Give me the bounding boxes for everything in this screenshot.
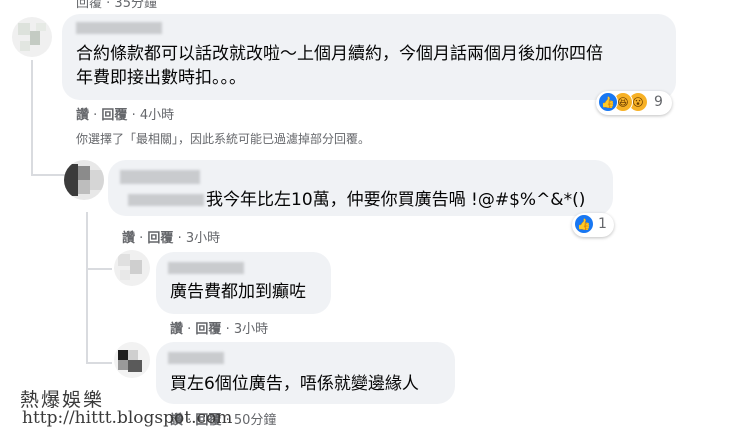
reply-text: 廣告費都加到癲咗 [170,282,306,302]
like-link[interactable]: 讚 [122,231,135,246]
reply-text: 我今年比左10萬，仲要你買廣告喎 !@#$%^&*() [206,190,586,210]
thread-line [31,60,33,176]
reply-bubble: 廣告費都加到癲咗 [156,252,331,314]
watermark-url: http://hittt.blogspot.com [22,408,233,428]
avatar[interactable] [64,160,104,200]
thread-line [86,212,88,364]
comment-actions: 讚 · 回覆 · 4小時 [76,108,175,123]
reaction-count: 1 [598,216,607,232]
thread-connector [86,268,112,270]
timestamp[interactable]: 4小時 [140,108,174,123]
reply-link[interactable]: 回覆 [101,108,127,123]
reply-text: 買左6個位廣告，唔係就變邊緣人 [170,374,419,394]
reaction-count: 9 [654,94,663,110]
like-icon: 👍 [574,214,594,234]
comment-text: 合約條款都可以話改就改啦～上個月續約，今個月話兩個月後加你四倍 [76,44,603,64]
reply-bubble: 買左6個位廣告，唔係就變邊緣人 [156,342,455,404]
reaction-summary[interactable]: 👍 😆 😮 9 [596,91,672,115]
thread-connector [31,174,65,176]
top-actions: 回覆 · 35分鐘 [76,0,157,11]
like-icon: 👍 [598,92,618,112]
thread-connector [86,362,112,364]
comment-text-line2: 年費即接出數時扣。。。 [76,68,246,88]
avatar[interactable] [114,250,150,286]
reply-actions: 讚 · 回覆 · 3小時 [170,322,269,337]
like-link[interactable]: 讚 [170,322,183,337]
author-name-blurred[interactable] [168,352,224,364]
author-name-blurred[interactable] [76,22,162,34]
author-name-blurred[interactable] [120,170,200,184]
reply-actions: 讚 · 回覆 · 3小時 [122,231,221,246]
timestamp: 35分鐘 [114,0,157,11]
reply-link[interactable]: 回覆 [147,231,173,246]
author-name-blurred[interactable] [128,194,204,206]
reply-bubble: 我今年比左10萬，仲要你買廣告喎 !@#$%^&*() [108,160,613,216]
reaction-summary[interactable]: 👍 1 [572,213,614,237]
timestamp[interactable]: 3小時 [186,231,220,246]
avatar[interactable] [114,342,150,378]
timestamp[interactable]: 50分鐘 [234,413,277,428]
reply-link[interactable]: 回覆 [195,322,221,337]
filter-note: 你選擇了「最相關」，因此系統可能已過濾掉部分回覆。 [76,132,371,146]
reply-link[interactable]: 回覆 [76,0,102,11]
author-name-blurred[interactable] [168,262,244,274]
like-link[interactable]: 讚 [76,108,89,123]
comment-bubble: 合約條款都可以話改就改啦～上個月續約，今個月話兩個月後加你四倍 年費即接出數時扣… [62,14,676,100]
timestamp[interactable]: 3小時 [234,322,268,337]
avatar[interactable] [12,17,52,57]
